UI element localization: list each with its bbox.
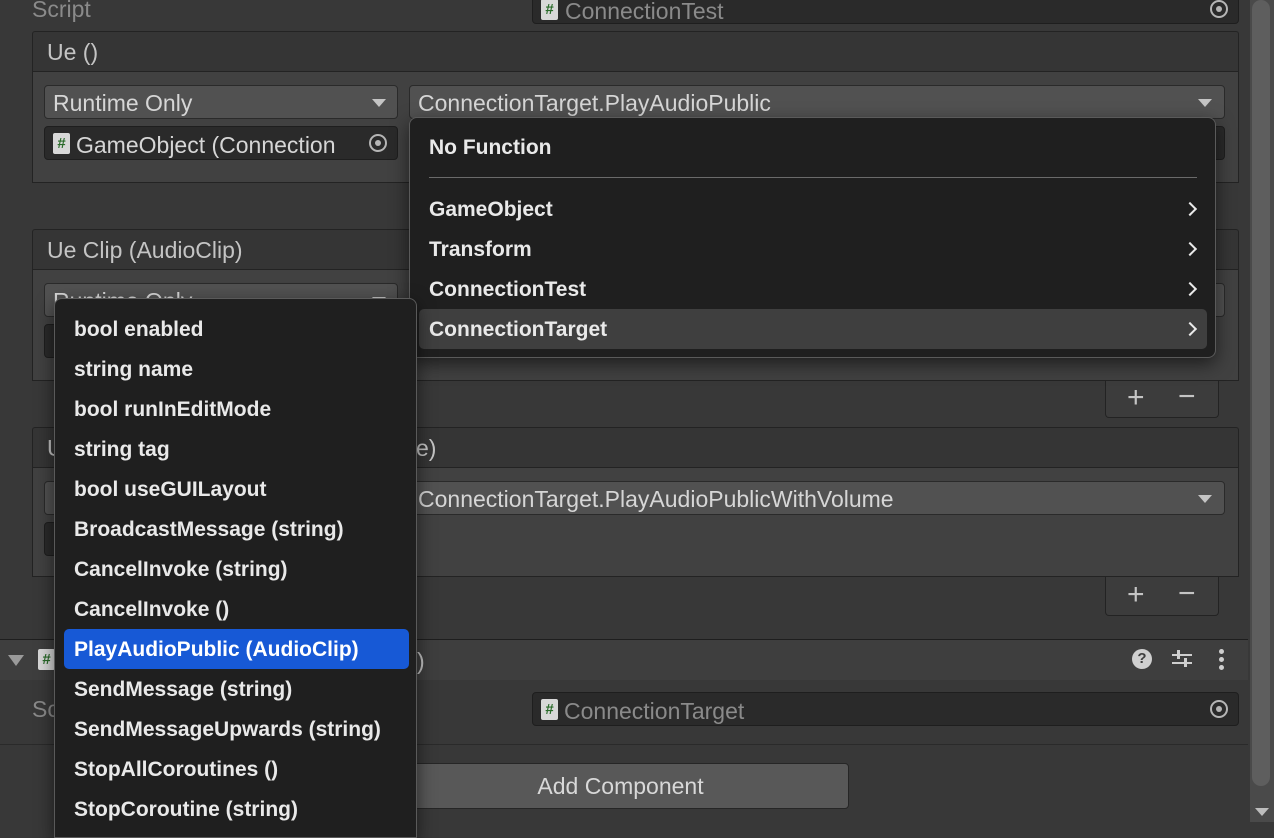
component2-script-value: ConnectionTarget — [564, 698, 745, 724]
add-component-button[interactable]: Add Component — [392, 763, 849, 809]
menu-item-label: Transform — [429, 238, 532, 261]
event2-list-controls: + − — [1105, 381, 1219, 418]
chevron-down-icon — [372, 99, 386, 107]
submenu-item[interactable]: CancelInvoke (string) — [74, 559, 288, 580]
csharp-script-icon: # — [53, 133, 70, 154]
chevron-right-icon — [1182, 321, 1198, 337]
menu-item-connectiontarget[interactable]: ConnectionTarget — [419, 309, 1207, 349]
script-field[interactable]: # ConnectionTest — [532, 0, 1239, 24]
csharp-script-icon: # — [38, 649, 55, 670]
event1-object-field[interactable]: # GameObject (Connection — [44, 126, 398, 160]
component2-title-end: ) — [417, 648, 425, 674]
component2-script-field[interactable]: # ConnectionTarget — [532, 692, 1239, 726]
chevron-right-icon — [1182, 281, 1198, 297]
chevron-down-icon — [1198, 495, 1212, 503]
menu-item-label: ConnectionTest — [429, 278, 587, 301]
event3-add-button[interactable]: + — [1127, 580, 1145, 610]
event3-function-value: ConnectionTarget.PlayAudioPublicWithVolu… — [418, 486, 894, 512]
help-icon[interactable]: ? — [1132, 649, 1152, 669]
event3-list-controls: + − — [1105, 577, 1219, 616]
presets-icon[interactable] — [1172, 649, 1192, 669]
menu-item-label: GameObject — [429, 198, 553, 221]
scroll-down-icon[interactable] — [1255, 808, 1269, 816]
event2-add-button[interactable]: + — [1127, 383, 1145, 413]
event1-function-value: ConnectionTarget.PlayAudioPublic — [418, 90, 771, 116]
submenu-item-highlighted[interactable]: PlayAudioPublic (AudioClip) — [64, 629, 409, 669]
event1-function-dropdown[interactable]: ConnectionTarget.PlayAudioPublic — [409, 85, 1225, 119]
event1-object-value: GameObject (Connection — [76, 132, 336, 158]
chevron-down-icon — [1198, 99, 1212, 107]
event1-runtime-value: Runtime Only — [53, 90, 193, 116]
menu-item-transform[interactable]: Transform — [419, 229, 1207, 269]
script-value: ConnectionTest — [565, 0, 724, 24]
object-picker-icon[interactable] — [1210, 700, 1228, 718]
object-picker-icon[interactable] — [369, 134, 387, 152]
scrollbar-track[interactable] — [1250, 0, 1274, 822]
menu-item-connectiontest[interactable]: ConnectionTest — [419, 269, 1207, 309]
submenu-item[interactable]: bool useGUILayout — [74, 479, 267, 500]
submenu-item[interactable]: string tag — [74, 439, 170, 460]
menu-separator — [429, 177, 1197, 178]
chevron-right-icon — [1182, 201, 1198, 217]
event1-header: Ue () — [32, 31, 1239, 71]
event3-function-dropdown[interactable]: ConnectionTarget.PlayAudioPublicWithVolu… — [409, 481, 1225, 515]
function-menu: No Function GameObject Transform Connect… — [409, 117, 1216, 358]
connectiontarget-submenu: bool enabled string name bool runInEditM… — [54, 298, 417, 838]
submenu-item[interactable]: bool enabled — [74, 319, 204, 340]
chevron-right-icon — [1182, 241, 1198, 257]
menu-item-no-function[interactable]: No Function — [429, 137, 551, 158]
submenu-item-label: PlayAudioPublic (AudioClip) — [74, 638, 359, 661]
submenu-item[interactable]: StopAllCoroutines () — [74, 759, 278, 780]
event1-runtime-dropdown[interactable]: Runtime Only — [44, 85, 398, 119]
menu-item-label: ConnectionTarget — [429, 318, 608, 341]
event3-remove-button[interactable]: − — [1178, 579, 1196, 609]
event2-title: Ue Clip (AudioClip) — [47, 237, 243, 263]
submenu-item[interactable]: SendMessage (string) — [74, 679, 292, 700]
scrollbar-thumb[interactable] — [1252, 0, 1270, 786]
event3-title-end: e) — [416, 435, 437, 461]
object-picker-icon[interactable] — [1210, 0, 1228, 18]
foldout-arrow-icon[interactable] — [8, 655, 24, 666]
csharp-script-icon: # — [541, 699, 558, 720]
event1-title: Ue () — [47, 39, 99, 65]
submenu-item[interactable]: CancelInvoke () — [74, 599, 229, 620]
submenu-item[interactable]: SendMessageUpwards (string) — [74, 719, 381, 740]
script-label: Script — [32, 0, 91, 22]
submenu-item[interactable]: string name — [74, 359, 193, 380]
csharp-script-icon: # — [541, 0, 558, 20]
more-options-icon[interactable] — [1219, 649, 1224, 671]
event2-remove-button[interactable]: − — [1178, 382, 1196, 412]
submenu-item[interactable]: StopCoroutine (string) — [74, 799, 298, 820]
menu-item-gameobject[interactable]: GameObject — [419, 189, 1207, 229]
submenu-item[interactable]: BroadcastMessage (string) — [74, 519, 344, 540]
submenu-item[interactable]: bool runInEditMode — [74, 399, 271, 420]
